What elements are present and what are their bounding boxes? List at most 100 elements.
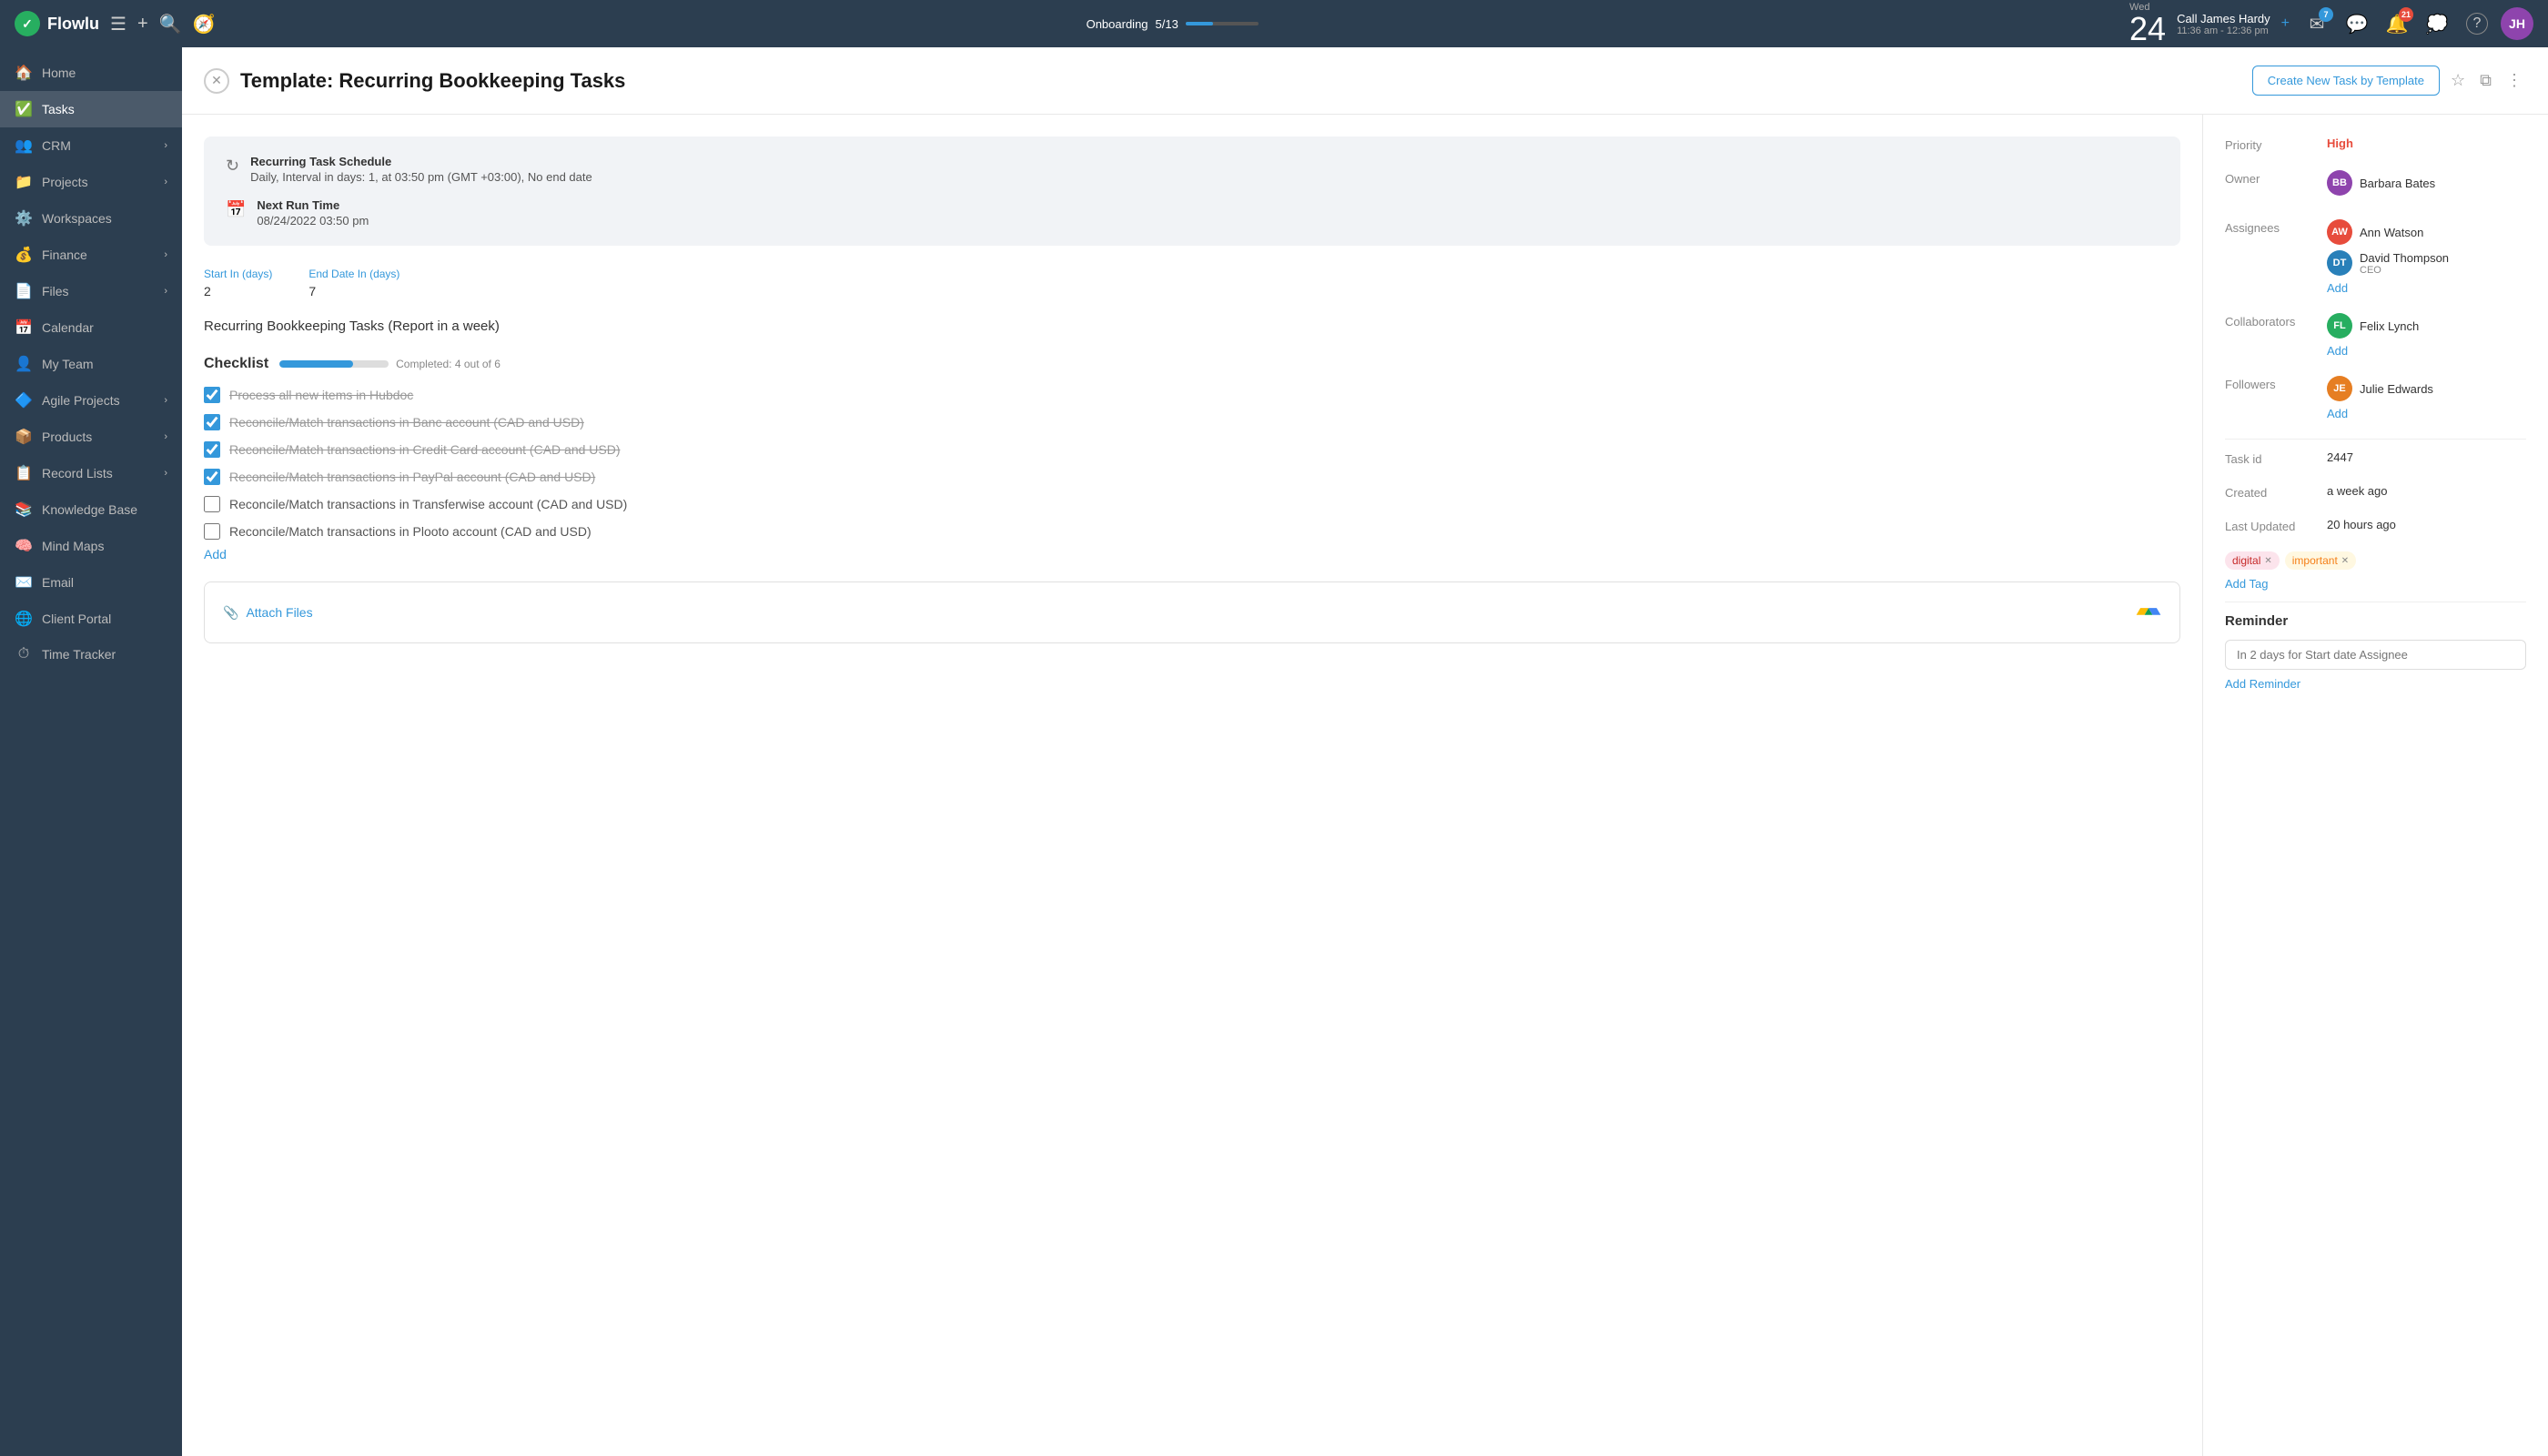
task-id-value: 2447 — [2327, 450, 2526, 464]
attach-files-button[interactable]: 📎 Attach Files — [223, 605, 313, 621]
checklist-checkbox-4[interactable] — [204, 469, 220, 485]
add-collaborator-button[interactable]: Add — [2327, 344, 2419, 358]
checklist-checkbox-1[interactable] — [204, 387, 220, 403]
followers-label: Followers — [2225, 376, 2316, 391]
sidebar-item-mindmaps[interactable]: 🧠 Mind Maps — [0, 528, 182, 564]
add-reminder-button[interactable]: Add Reminder — [2225, 677, 2526, 691]
assignees-label: Assignees — [2225, 219, 2316, 235]
sidebar-item-home[interactable]: 🏠 Home — [0, 55, 182, 91]
search-icon[interactable]: 🔍 — [159, 13, 182, 35]
onboarding-widget[interactable]: Onboarding 5/13 — [1087, 17, 1259, 31]
checklist-progress-bar — [279, 360, 389, 368]
sidebar-icon-clientportal: 🌐 — [15, 610, 33, 628]
next-run-label: Next Run Time — [257, 198, 369, 212]
chevron-finance: › — [164, 249, 167, 260]
sidebar-item-recordlists[interactable]: 📋 Record Lists › — [0, 455, 182, 491]
topbar: ✓ Flowlu ☰ + 🔍 🧭 Onboarding 5/13 Wed 24 … — [0, 0, 2548, 47]
add-assignee-button[interactable]: Add — [2327, 281, 2449, 295]
more-options-button[interactable]: ⋮ — [2502, 67, 2526, 94]
sidebar-label-files: Files — [42, 284, 69, 298]
priority-value[interactable]: High — [2327, 136, 2353, 150]
chat-btn[interactable]: 💬 — [2341, 7, 2373, 40]
owner-avatar: BB — [2327, 170, 2352, 196]
reminder-input[interactable] — [2225, 640, 2526, 670]
tags-row: digital ✕ important ✕ — [2225, 551, 2526, 570]
reminder-title: Reminder — [2225, 613, 2526, 629]
assignees-row: Assignees AW Ann Watson DT David Thompso… — [2225, 219, 2526, 295]
start-in-field: Start In (days) 2 — [204, 268, 272, 300]
last-updated-label: Last Updated — [2225, 518, 2316, 533]
sidebar-item-myteam[interactable]: 👤 My Team — [0, 346, 182, 382]
nav-icon[interactable]: 🧭 — [193, 13, 216, 35]
chevron-recordlists: › — [164, 468, 167, 479]
last-updated-row: Last Updated 20 hours ago — [2225, 518, 2526, 533]
sidebar-label-projects: Projects — [42, 175, 88, 189]
checklist-checkbox-6[interactable] — [204, 523, 220, 540]
logo[interactable]: ✓ Flowlu — [15, 11, 99, 36]
sidebar-label-products: Products — [42, 430, 92, 444]
collaborator-felix: FL Felix Lynch — [2327, 313, 2419, 339]
checklist-checkbox-2[interactable] — [204, 414, 220, 430]
sidebar-item-tasks[interactable]: ✅ Tasks — [0, 91, 182, 127]
schedule-box: ↻ Recurring Task Schedule Daily, Interva… — [204, 136, 2180, 246]
sidebar-item-products[interactable]: 📦 Products › — [0, 419, 182, 455]
checklist-checkbox-5[interactable] — [204, 496, 220, 512]
sidebar-item-projects[interactable]: 📁 Projects › — [0, 164, 182, 200]
close-button[interactable]: ✕ — [204, 68, 229, 94]
task-id-row: Task id 2447 — [2225, 450, 2526, 466]
sidebar-item-workspaces[interactable]: ⚙️ Workspaces — [0, 200, 182, 237]
star-button[interactable]: ☆ — [2447, 67, 2469, 94]
hamburger-icon[interactable]: ☰ — [110, 13, 126, 35]
topbar-left-icons: ☰ + 🔍 🧭 — [110, 13, 215, 35]
external-link-button[interactable]: ⧉ — [2476, 67, 2495, 94]
plus-icon[interactable]: + — [137, 14, 148, 35]
google-drive-icon[interactable] — [2136, 597, 2161, 628]
add-tag-button[interactable]: Add Tag — [2225, 577, 2526, 591]
checklist-checkbox-3[interactable] — [204, 441, 220, 458]
remove-important-tag[interactable]: ✕ — [2341, 556, 2349, 566]
attach-files-label: Attach Files — [246, 605, 312, 620]
message-btn[interactable]: 💭 — [2421, 7, 2453, 40]
sidebar-item-timetracker[interactable]: ⏱ Time Tracker — [0, 637, 182, 672]
assignee-ann-avatar: AW — [2327, 219, 2352, 245]
cal-event-info: Call James Hardy 11:36 am - 12:36 pm — [2177, 12, 2270, 36]
sidebar-item-knowledge[interactable]: 📚 Knowledge Base — [0, 491, 182, 528]
add-event-btn[interactable]: + — [2281, 15, 2290, 32]
sidebar-item-crm[interactable]: 👥 CRM › — [0, 127, 182, 164]
sidebar-icon-knowledge: 📚 — [15, 500, 33, 519]
sidebar-label-mindmaps: Mind Maps — [42, 539, 104, 553]
logo-text: Flowlu — [47, 15, 99, 34]
sidebar-item-calendar[interactable]: 📅 Calendar — [0, 309, 182, 346]
owner-info: BB Barbara Bates — [2327, 170, 2435, 201]
onboarding-count: 5/13 — [1156, 17, 1178, 31]
priority-row: Priority High — [2225, 136, 2526, 152]
mail-btn[interactable]: ✉ 7 — [2300, 7, 2333, 40]
collaborators-row: Collaborators FL Felix Lynch Add — [2225, 313, 2526, 358]
checklist-item: Process all new items in Hubdoc — [204, 387, 2180, 403]
add-follower-button[interactable]: Add — [2327, 407, 2433, 420]
sidebar-icon-agile: 🔷 — [15, 391, 33, 410]
help-btn[interactable]: ? — [2461, 7, 2493, 40]
sidebar-item-agile[interactable]: 🔷 Agile Projects › — [0, 382, 182, 419]
sidebar-item-finance[interactable]: 💰 Finance › — [0, 237, 182, 273]
user-avatar[interactable]: JH — [2501, 7, 2533, 40]
checklist-completed-text: Completed: 4 out of 6 — [396, 358, 500, 370]
checklist-item-label-3: Reconcile/Match transactions in Credit C… — [229, 442, 621, 457]
sidebar-item-files[interactable]: 📄 Files › — [0, 273, 182, 309]
tag-digital: digital ✕ — [2225, 551, 2280, 570]
sidebar-label-clientportal: Client Portal — [42, 612, 111, 626]
remove-digital-tag[interactable]: ✕ — [2264, 556, 2271, 566]
sidebar-item-clientportal[interactable]: 🌐 Client Portal — [0, 601, 182, 637]
create-task-by-template-button[interactable]: Create New Task by Template — [2252, 66, 2440, 96]
checklist-item: Reconcile/Match transactions in Plooto a… — [204, 523, 2180, 540]
schedule-row-recurring: ↻ Recurring Task Schedule Daily, Interva… — [226, 155, 2159, 184]
end-date-value: 7 — [308, 284, 316, 298]
notification-btn[interactable]: 🔔 21 — [2381, 7, 2413, 40]
divider-1 — [2225, 439, 2526, 440]
sidebar-item-email[interactable]: ✉️ Email — [0, 564, 182, 601]
checklist-add-link[interactable]: Add — [204, 547, 227, 561]
checklist-item-label-1: Process all new items in Hubdoc — [229, 388, 413, 402]
sidebar-icon-crm: 👥 — [15, 136, 33, 155]
sidebar-label-home: Home — [42, 66, 76, 80]
follower-julie-name: Julie Edwards — [2360, 382, 2433, 396]
